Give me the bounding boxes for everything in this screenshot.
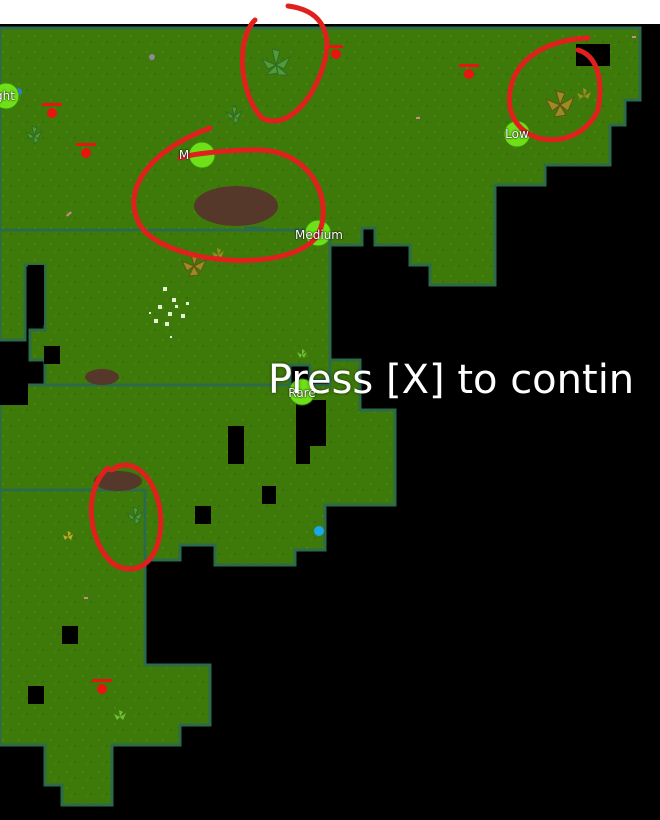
marker-label-medium: Medium: [295, 228, 343, 242]
stick-icon: [632, 36, 636, 38]
stick-icon: [84, 597, 88, 599]
rock-icon: [149, 54, 155, 60]
marker-label-medium-top: M: [178, 148, 190, 162]
stick-icon: [416, 117, 420, 119]
marker-label-low: Low: [505, 127, 529, 141]
continue-prompt: Press [X] to contin: [268, 357, 635, 403]
marker-label-light: ght: [0, 89, 15, 103]
game-map[interactable]: [0, 0, 660, 820]
water-drop-icon: [314, 526, 324, 536]
